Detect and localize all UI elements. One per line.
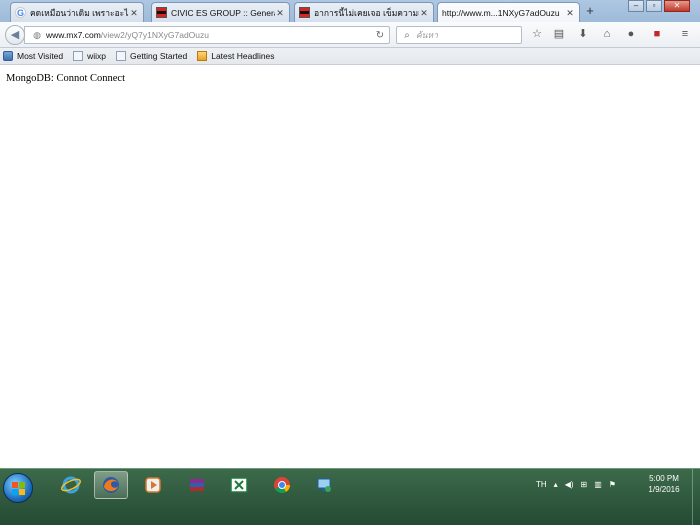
site-flag-icon xyxy=(299,7,310,18)
chat-icon[interactable]: ● xyxy=(624,27,638,41)
downloads-icon[interactable]: ⬇ xyxy=(576,27,590,41)
show-hidden-icons-icon[interactable]: ▴ xyxy=(554,480,558,489)
bookmark-latest-headlines[interactable]: Latest Headlines xyxy=(197,51,275,61)
firefox-icon xyxy=(103,477,119,493)
error-message: MongoDB: Connot Connect xyxy=(6,73,126,84)
back-button[interactable]: ◀ xyxy=(5,25,25,45)
site-identity-icon[interactable]: ◍ xyxy=(31,29,43,41)
taskbar-chrome[interactable] xyxy=(265,471,299,499)
home-icon[interactable]: ⌂ xyxy=(600,27,614,41)
page-content: MongoDB: Connot Connect xyxy=(0,66,700,468)
tab-strip: G คดเหมือนว่าเดิม เพราะอะไร -... ✕ CIVIC… xyxy=(0,0,700,23)
reading-list-icon[interactable]: ▤ xyxy=(552,27,566,41)
taskbar-internet-explorer[interactable] xyxy=(54,471,88,499)
search-icon: ⌕ xyxy=(404,29,410,41)
new-tab-button[interactable]: + xyxy=(582,4,598,20)
close-tab-icon[interactable]: ✕ xyxy=(129,8,139,18)
taskbar-media-player[interactable] xyxy=(136,471,170,499)
close-tab-icon[interactable]: ✕ xyxy=(565,8,575,18)
archive-icon xyxy=(190,479,204,491)
site-flag-icon xyxy=(156,7,167,18)
tab-2[interactable]: CIVIC ES GROUP :: General... ✕ xyxy=(151,2,290,22)
bookmark-label: wiixp xyxy=(87,51,107,61)
addon-icon[interactable]: ■ xyxy=(650,27,664,41)
taskbar-excel[interactable] xyxy=(222,471,256,499)
rss-icon xyxy=(197,51,208,61)
chrome-icon xyxy=(274,477,290,493)
bookmark-label: Getting Started xyxy=(130,51,188,61)
tab-1[interactable]: G คดเหมือนว่าเดิม เพราะอะไร -... ✕ xyxy=(10,2,144,22)
tab-title: CIVIC ES GROUP :: General... xyxy=(171,7,275,18)
address-bar[interactable]: ◍ www.mx7.com/view2/yQ7y1NXyG7adOuzu ↻ xyxy=(24,26,390,44)
windows-logo-icon xyxy=(12,482,25,495)
taskbar-clock[interactable]: 5:00 PM 1/9/2016 xyxy=(640,473,688,495)
system-tray: TH ▴ ◀) ⊞ ▥ ⚑ xyxy=(536,474,623,494)
windows-taskbar: TH ▴ ◀) ⊞ ▥ ⚑ 5:00 PM 1/9/2016 xyxy=(0,468,700,525)
menu-icon[interactable]: ≡ xyxy=(678,27,692,41)
reload-icon[interactable]: ↻ xyxy=(373,30,387,41)
minimize-button[interactable]: – xyxy=(628,0,644,12)
tab-title: http://www.m...1NXyG7adOuzu xyxy=(442,8,560,18)
search-placeholder: ค้นหา xyxy=(416,30,438,40)
windows-flag-icon[interactable]: ⊞ xyxy=(581,480,588,489)
page-icon xyxy=(73,51,84,61)
taskbar-network-app[interactable] xyxy=(307,471,341,499)
close-tab-icon[interactable]: ✕ xyxy=(275,8,285,18)
network-tray-icon[interactable]: ▥ xyxy=(594,480,602,489)
bookmark-wiixp[interactable]: wiixp xyxy=(73,51,106,61)
clock-time: 5:00 PM xyxy=(649,474,679,483)
volume-icon[interactable]: ◀) xyxy=(565,480,574,489)
taskbar-archive-app[interactable] xyxy=(180,471,214,499)
clock-date: 1/9/2016 xyxy=(648,485,680,494)
action-center-icon[interactable]: ⚑ xyxy=(609,480,616,489)
start-button[interactable] xyxy=(3,473,33,503)
maximize-button[interactable]: ▫ xyxy=(646,0,662,12)
show-desktop-button[interactable] xyxy=(692,469,700,525)
page-icon xyxy=(116,51,127,61)
navigation-bar: ◍ www.mx7.com/view2/yQ7y1NXyG7adOuzu ↻ ◀… xyxy=(0,22,700,48)
bookmark-getting-started[interactable]: Getting Started xyxy=(116,51,187,61)
google-icon: G xyxy=(15,7,26,18)
taskbar-firefox[interactable] xyxy=(94,471,128,499)
tab-title: อาการนี้ไม่เคยเจอ เข็มความเ... xyxy=(314,7,419,18)
tab-3[interactable]: อาการนี้ไม่เคยเจอ เข็มความเ... ✕ xyxy=(294,2,434,22)
internet-explorer-icon xyxy=(61,476,81,494)
close-tab-icon[interactable]: ✕ xyxy=(419,8,429,18)
window-close-button[interactable]: ✕ xyxy=(664,0,690,12)
tab-4-active[interactable]: http://www.m...1NXyG7adOuzu ✕ xyxy=(437,2,580,23)
media-player-icon xyxy=(145,477,161,493)
tab-title: คดเหมือนว่าเดิม เพราะอะไร -... xyxy=(30,7,129,18)
address-url[interactable]: www.mx7.com/view2/yQ7y1NXyG7adOuzu xyxy=(46,30,373,40)
bookmark-label: Most Visited xyxy=(17,51,64,61)
bookmark-most-visited[interactable]: Most Visited xyxy=(3,51,63,61)
bookmark-star-icon[interactable]: ☆ xyxy=(530,27,544,41)
excel-icon xyxy=(230,477,248,493)
bookmark-label: Latest Headlines xyxy=(211,51,275,61)
network-icon xyxy=(317,478,331,492)
most-visited-icon xyxy=(3,51,13,61)
language-indicator[interactable]: TH xyxy=(536,480,547,489)
search-box[interactable]: ⌕ ค้นหา xyxy=(396,26,522,44)
bookmarks-bar: Most Visited wiixp Getting Started Lates… xyxy=(0,48,700,65)
